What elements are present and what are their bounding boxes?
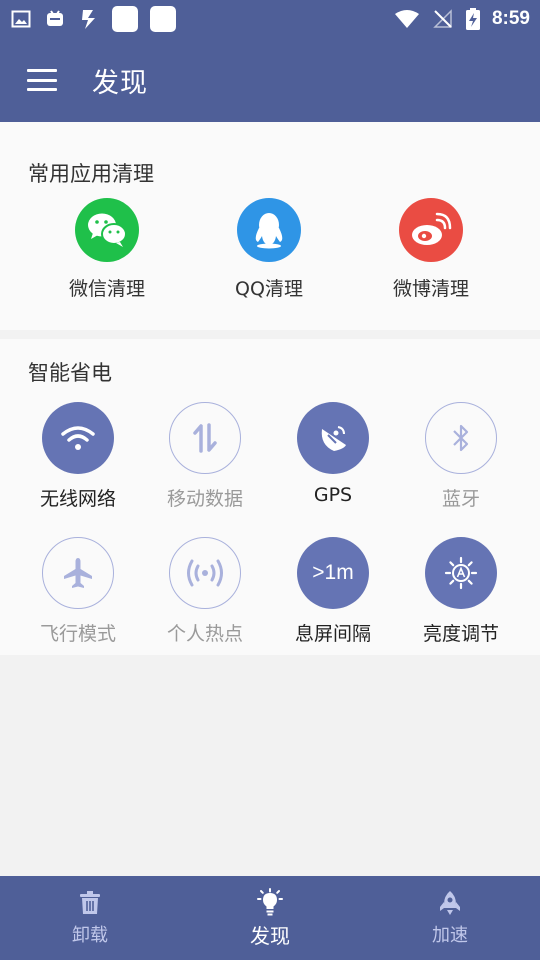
- nav-discover[interactable]: 发现: [180, 876, 360, 960]
- wifi-toggle[interactable]: 无线网络: [18, 402, 138, 511]
- airplane-label: 飞行模式: [39, 623, 116, 645]
- image-icon: [10, 8, 32, 30]
- gps-toggle[interactable]: GPS: [273, 402, 393, 506]
- screen-timeout-icon: >1m: [297, 537, 369, 609]
- menu-icon[interactable]: [27, 69, 57, 91]
- power-save-title: 智能省电: [28, 361, 112, 385]
- app-clean-title: 常用应用清理: [28, 162, 154, 186]
- status-right-icons: 8:59: [394, 8, 530, 30]
- nav-uninstall-label: 卸载: [72, 925, 108, 946]
- screen-timeout-label: 息屏间隔: [294, 623, 371, 645]
- nav-uninstall[interactable]: 卸载: [0, 876, 180, 960]
- nav-discover-label: 发现: [250, 923, 290, 948]
- nav-boost[interactable]: 加速: [360, 876, 540, 960]
- brightness-toggle[interactable]: 亮度调节: [401, 537, 521, 646]
- app-icon: [44, 8, 66, 30]
- gps-label: GPS: [313, 484, 353, 506]
- hotspot-toggle[interactable]: 个人热点: [145, 537, 265, 646]
- no-signal-icon: [432, 8, 454, 30]
- airplane-icon: [42, 537, 114, 609]
- app-clean-card: 常用应用清理 微信清理 QQ清理 微博清理: [0, 122, 540, 330]
- battery-charging-icon: [465, 8, 480, 30]
- screen-timeout-toggle[interactable]: >1m 息屏间隔: [273, 537, 393, 646]
- trash-icon: [79, 889, 101, 917]
- weibo-clean-button[interactable]: 微博清理: [371, 198, 491, 301]
- airplane-toggle[interactable]: 飞行模式: [18, 537, 138, 646]
- weibo-icon: [399, 198, 463, 262]
- weibo-clean-label: 微博清理: [392, 278, 469, 300]
- screen-timeout-value: >1m: [312, 561, 354, 584]
- hotspot-label: 个人热点: [166, 623, 243, 645]
- status-bar: 8:59: [0, 0, 540, 38]
- hotspot-icon: [169, 537, 241, 609]
- blank-box-icon: [112, 6, 138, 32]
- nav-boost-label: 加速: [432, 925, 468, 946]
- wechat-icon: [75, 198, 139, 262]
- status-time: 8:59: [491, 8, 530, 29]
- power-save-card: 智能省电 无线网络 移动数据 GPS 蓝牙 飞行模式 个人热点 >1m 息屏间隔…: [0, 339, 540, 655]
- rocket-icon: [439, 889, 461, 917]
- wifi-icon: [42, 402, 114, 474]
- bolt-icon: [78, 8, 100, 30]
- wechat-clean-label: 微信清理: [68, 278, 145, 300]
- page-title: 发现: [92, 67, 148, 99]
- brightness-auto-icon: [425, 537, 497, 609]
- mobile-data-toggle[interactable]: 移动数据: [145, 402, 265, 511]
- wifi-label: 无线网络: [39, 488, 116, 510]
- wechat-clean-button[interactable]: 微信清理: [47, 198, 167, 301]
- gps-icon: [297, 402, 369, 474]
- bluetooth-icon: [425, 402, 497, 474]
- bluetooth-label: 蓝牙: [441, 488, 480, 510]
- bluetooth-toggle[interactable]: 蓝牙: [401, 402, 521, 511]
- qq-icon: [237, 198, 301, 262]
- blank-box-icon: [150, 6, 176, 32]
- bottom-nav: 卸载 发现 加速: [0, 876, 540, 960]
- qq-clean-button[interactable]: QQ清理: [209, 198, 329, 301]
- bulb-icon: [256, 887, 284, 916]
- mobile-data-label: 移动数据: [166, 488, 243, 510]
- status-left-icons: [10, 6, 176, 32]
- brightness-label: 亮度调节: [422, 623, 499, 645]
- app-bar: 发现: [0, 38, 540, 122]
- qq-clean-label: QQ清理: [235, 278, 303, 300]
- wifi-icon: [394, 8, 420, 30]
- mobile-data-icon: [169, 402, 241, 474]
